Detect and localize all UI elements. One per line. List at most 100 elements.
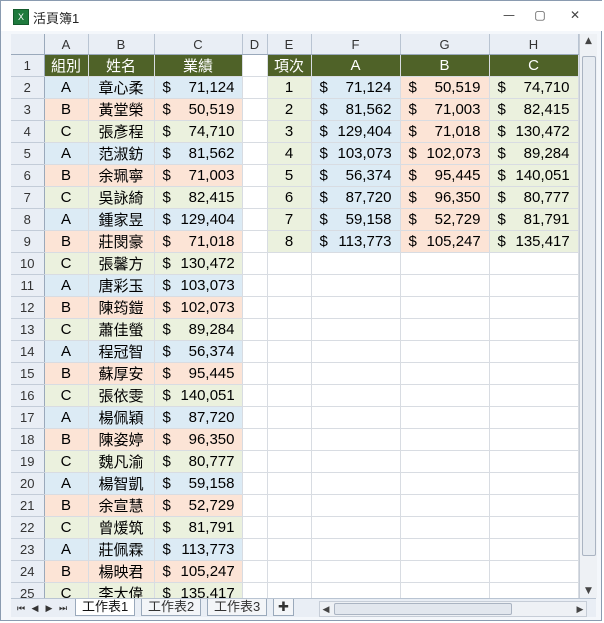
cell-c23[interactable]: $113,773 xyxy=(154,538,243,561)
cell-b20[interactable]: 楊智凱 xyxy=(88,472,155,495)
cell-d21[interactable] xyxy=(242,494,268,517)
cell-e13[interactable] xyxy=(267,318,312,341)
cell-e2[interactable]: 1 xyxy=(267,76,312,99)
cell-h4[interactable]: $130,472 xyxy=(489,120,579,143)
cell-e19[interactable] xyxy=(267,450,312,473)
cell-e16[interactable] xyxy=(267,384,312,407)
row-header[interactable]: 11 xyxy=(11,274,45,297)
cell-e15[interactable] xyxy=(267,362,312,385)
cell-e14[interactable] xyxy=(267,340,312,363)
cell-d16[interactable] xyxy=(242,384,268,407)
cell-e22[interactable] xyxy=(267,516,312,539)
cell-f19[interactable] xyxy=(311,450,401,473)
cell-h20[interactable] xyxy=(489,472,579,495)
cell-a12[interactable]: B xyxy=(44,296,89,319)
row-header[interactable]: 7 xyxy=(11,186,45,209)
cell-f6[interactable]: $56,374 xyxy=(311,164,401,187)
cell-g16[interactable] xyxy=(400,384,490,407)
cell-f11[interactable] xyxy=(311,274,401,297)
column-header-a[interactable]: A xyxy=(44,34,89,55)
cell-c14[interactable]: $56,374 xyxy=(154,340,243,363)
cell-f7[interactable]: $87,720 xyxy=(311,186,401,209)
horizontal-scroll-thumb[interactable] xyxy=(334,603,512,615)
insert-sheet-icon[interactable]: ✚ xyxy=(273,599,294,616)
cell-h19[interactable] xyxy=(489,450,579,473)
cell-f4[interactable]: $129,404 xyxy=(311,120,401,143)
cell-b2[interactable]: 章心柔 xyxy=(88,76,155,99)
cell-f14[interactable] xyxy=(311,340,401,363)
cell-e18[interactable] xyxy=(267,428,312,451)
column-header-e[interactable]: E xyxy=(267,34,312,55)
tab-sheet2[interactable]: 工作表2 xyxy=(141,599,202,616)
cell-f9[interactable]: $113,773 xyxy=(311,230,401,253)
cell-g8[interactable]: $52,729 xyxy=(400,208,490,231)
cell-g3[interactable]: $71,003 xyxy=(400,98,490,121)
cell-d24[interactable] xyxy=(242,560,268,583)
cell-c5[interactable]: $81,562 xyxy=(154,142,243,165)
cell-g14[interactable] xyxy=(400,340,490,363)
cell-b13[interactable]: 蕭佳螢 xyxy=(88,318,155,341)
column-header-d[interactable]: D xyxy=(242,34,268,55)
prev-sheet-icon[interactable]: ◀ xyxy=(29,601,41,615)
cell-f1[interactable]: A xyxy=(311,54,401,77)
cell-b8[interactable]: 鍾家昱 xyxy=(88,208,155,231)
cell-f15[interactable] xyxy=(311,362,401,385)
cell-g13[interactable] xyxy=(400,318,490,341)
row-header[interactable]: 14 xyxy=(11,340,45,363)
cell-e12[interactable] xyxy=(267,296,312,319)
sheet-grid[interactable]: ABCDEFGH 1 組別 姓名 業績 項次 A B C 2 A 章心柔 $71,124 1 $71,12… xyxy=(11,34,579,598)
title-bar[interactable]: X 活頁簿1 — ▢ ✕ xyxy=(1,1,603,31)
cell-e8[interactable]: 7 xyxy=(267,208,312,231)
row-header[interactable]: 5 xyxy=(11,142,45,165)
cell-c10[interactable]: $130,472 xyxy=(154,252,243,275)
cell-e23[interactable] xyxy=(267,538,312,561)
row-header[interactable]: 2 xyxy=(11,76,45,99)
cell-d6[interactable] xyxy=(242,164,268,187)
row-header[interactable]: 10 xyxy=(11,252,45,275)
cell-c7[interactable]: $82,415 xyxy=(154,186,243,209)
cell-b5[interactable]: 范淑鈁 xyxy=(88,142,155,165)
cell-d13[interactable] xyxy=(242,318,268,341)
cell-a7[interactable]: C xyxy=(44,186,89,209)
cell-f17[interactable] xyxy=(311,406,401,429)
cell-h22[interactable] xyxy=(489,516,579,539)
cell-a11[interactable]: A xyxy=(44,274,89,297)
cell-h16[interactable] xyxy=(489,384,579,407)
cell-f22[interactable] xyxy=(311,516,401,539)
cell-b11[interactable]: 唐彩玉 xyxy=(88,274,155,297)
cell-a24[interactable]: B xyxy=(44,560,89,583)
cell-e6[interactable]: 5 xyxy=(267,164,312,187)
cell-c11[interactable]: $103,073 xyxy=(154,274,243,297)
cell-d25[interactable] xyxy=(242,582,268,598)
cell-a5[interactable]: A xyxy=(44,142,89,165)
cell-b7[interactable]: 吳詠綺 xyxy=(88,186,155,209)
cell-f18[interactable] xyxy=(311,428,401,451)
cell-c1[interactable]: 業績 xyxy=(154,54,243,77)
vertical-scroll-thumb[interactable] xyxy=(582,56,596,556)
cell-a22[interactable]: C xyxy=(44,516,89,539)
cell-b22[interactable]: 曾煖筑 xyxy=(88,516,155,539)
cell-c2[interactable]: $71,124 xyxy=(154,76,243,99)
cell-f24[interactable] xyxy=(311,560,401,583)
cell-e20[interactable] xyxy=(267,472,312,495)
minimize-button[interactable]: — xyxy=(498,7,520,23)
column-header-g[interactable]: G xyxy=(400,34,490,55)
cell-g22[interactable] xyxy=(400,516,490,539)
column-header-c[interactable]: C xyxy=(154,34,243,55)
cell-b15[interactable]: 蘇厚安 xyxy=(88,362,155,385)
cell-f21[interactable] xyxy=(311,494,401,517)
cell-h15[interactable] xyxy=(489,362,579,385)
cell-a18[interactable]: B xyxy=(44,428,89,451)
cell-d15[interactable] xyxy=(242,362,268,385)
row-header[interactable]: 23 xyxy=(11,538,45,561)
cell-f25[interactable] xyxy=(311,582,401,598)
row-header[interactable]: 17 xyxy=(11,406,45,429)
cell-g25[interactable] xyxy=(400,582,490,598)
row-header[interactable]: 1 xyxy=(11,54,45,77)
cell-h11[interactable] xyxy=(489,274,579,297)
cell-c6[interactable]: $71,003 xyxy=(154,164,243,187)
cell-f23[interactable] xyxy=(311,538,401,561)
last-sheet-icon[interactable]: ⏭ xyxy=(57,601,69,615)
cell-b23[interactable]: 莊佩霖 xyxy=(88,538,155,561)
cell-g24[interactable] xyxy=(400,560,490,583)
